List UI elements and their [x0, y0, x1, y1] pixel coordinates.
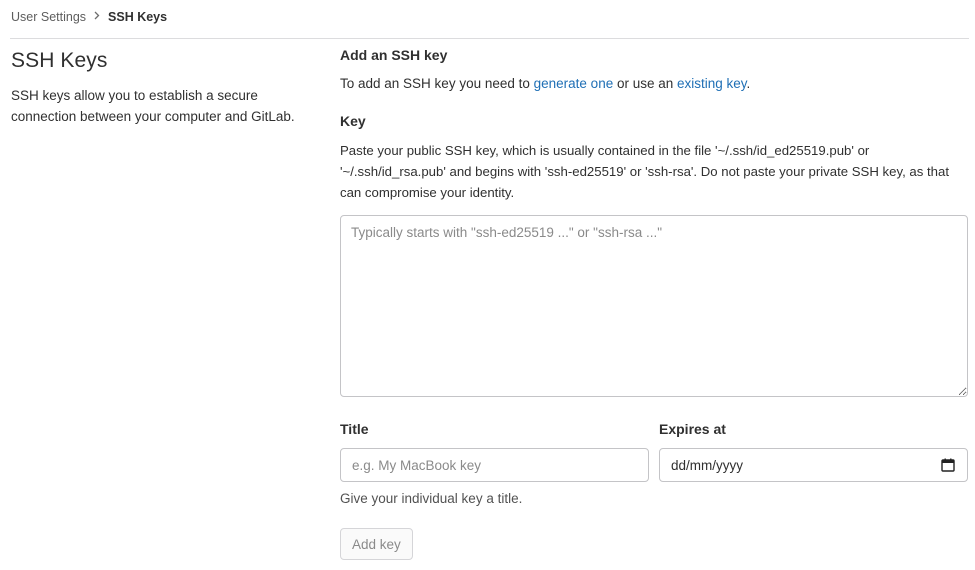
- add-key-button[interactable]: Add key: [340, 528, 413, 560]
- form-intro: To add an SSH key you need to generate o…: [340, 75, 968, 93]
- key-help-text: Paste your public SSH key, which is usua…: [340, 143, 949, 200]
- title-label: Title: [340, 421, 369, 437]
- intro-suffix: .: [746, 76, 751, 91]
- header-divider: [10, 38, 969, 39]
- form-heading: Add an SSH key: [340, 47, 448, 63]
- calendar-icon[interactable]: [941, 458, 955, 472]
- title-input[interactable]: e.g. My MacBook key: [340, 448, 649, 482]
- title-help-text: Give your individual key a title.: [340, 491, 523, 506]
- key-label: Key: [340, 113, 366, 129]
- expires-date-value: dd/mm/yyyy: [671, 457, 744, 473]
- breadcrumb-user-settings-link[interactable]: User Settings: [11, 10, 86, 24]
- title-group: Title e.g. My MacBook key Give your indi…: [340, 420, 649, 506]
- expires-date-input[interactable]: dd/mm/yyyy: [659, 448, 968, 482]
- intro-prefix: To add an SSH key you need to: [340, 76, 534, 91]
- chevron-right-icon: [94, 11, 100, 23]
- key-textarea[interactable]: [340, 215, 968, 397]
- breadcrumb-current[interactable]: SSH Keys: [108, 10, 167, 24]
- add-ssh-key-form: Add an SSH key To add an SSH key you nee…: [340, 46, 968, 560]
- page-title: SSH Keys: [11, 49, 108, 72]
- expires-group: Expires at dd/mm/yyyy: [659, 420, 968, 482]
- intro-middle: or use an: [613, 76, 678, 91]
- existing-key-link[interactable]: existing key: [677, 76, 747, 91]
- generate-one-link[interactable]: generate one: [534, 76, 614, 91]
- page-description: SSH keys allow you to establish a secure…: [11, 88, 295, 124]
- expires-label: Expires at: [659, 421, 726, 437]
- settings-sidebar: SSH Keys SSH keys allow you to establish…: [11, 47, 311, 127]
- breadcrumb: User Settings SSH Keys: [11, 8, 167, 26]
